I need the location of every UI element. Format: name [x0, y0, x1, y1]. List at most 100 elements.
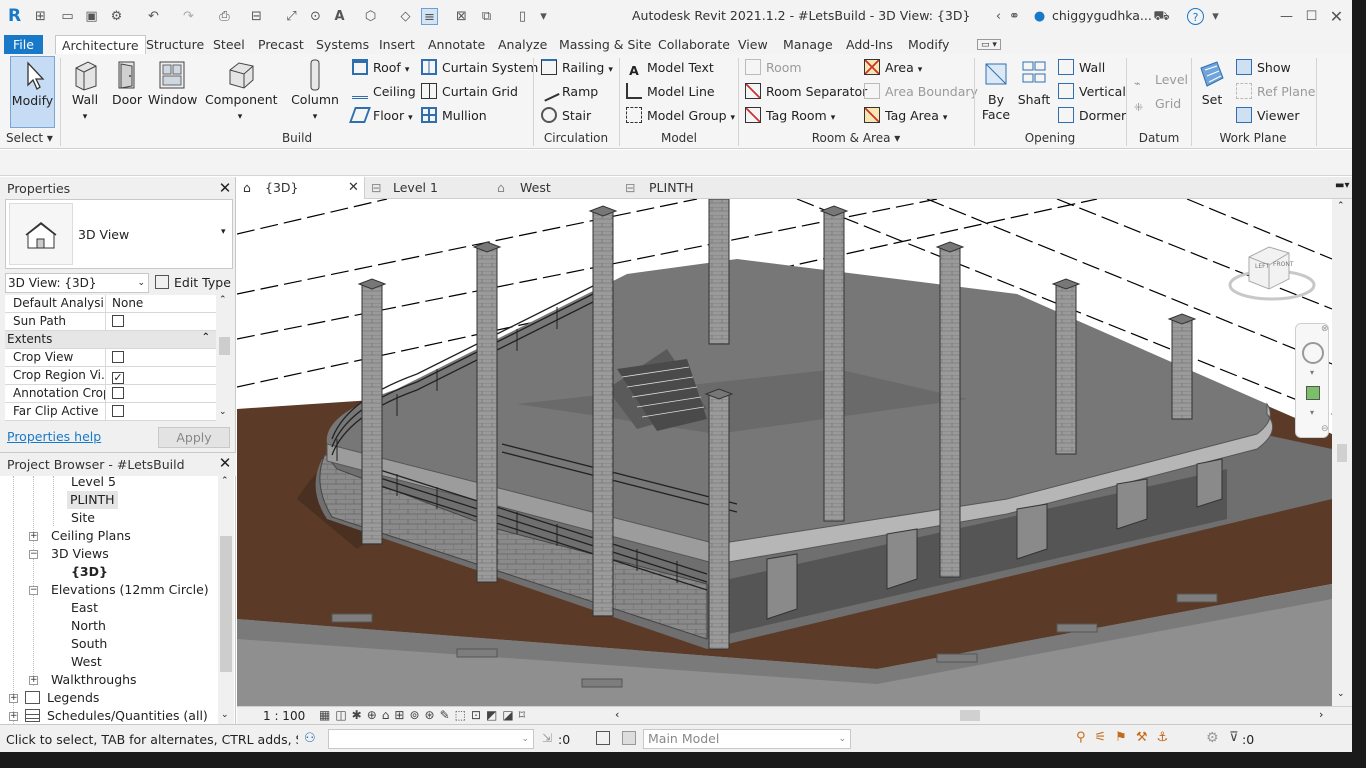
column-button[interactable]: Column ▾ — [290, 56, 340, 128]
3d-view-icon[interactable]: ⬡ — [362, 8, 379, 25]
dormer-button[interactable]: Dormer — [1058, 106, 1126, 126]
tree-item-walkthroughs[interactable]: Walkthroughs — [51, 671, 137, 689]
viewer-button[interactable]: Viewer — [1236, 106, 1300, 126]
viewcube[interactable]: LEFT FRONT — [1227, 235, 1317, 305]
tree-item-3d[interactable]: {3D} — [71, 563, 108, 581]
nav-close-icon[interactable]: ⊗ — [1321, 324, 1329, 334]
expand-icon[interactable]: + — [9, 694, 18, 703]
room-separator-button[interactable]: Room Separator — [745, 82, 867, 102]
tree-item-site[interactable]: Site — [71, 509, 95, 527]
collapse-icon[interactable]: ⌃ — [202, 332, 210, 343]
by-face-button[interactable]: By Face — [979, 56, 1013, 128]
crop-view-checkbox[interactable] — [112, 351, 124, 363]
help-icon[interactable]: ? — [1187, 8, 1204, 25]
ref-plane-button[interactable]: Ref Plane — [1236, 82, 1315, 102]
open-icon[interactable]: ▭ — [59, 8, 76, 25]
workset-combo[interactable]: ⌄ — [328, 729, 534, 749]
tree-item-3d-views[interactable]: 3D Views — [51, 545, 109, 563]
close-icon[interactable]: ✕ — [1328, 8, 1345, 25]
scale-label[interactable]: 1 : 100 — [263, 709, 305, 723]
mullion-button[interactable]: Mullion — [421, 106, 487, 126]
undo-icon[interactable]: ↶ — [145, 8, 162, 25]
scroll-down-icon[interactable]: ⌄ — [1337, 689, 1345, 699]
tree-item-elevations[interactable]: Elevations (12mm Circle) — [51, 581, 209, 599]
tab-add-ins[interactable]: Add-Ins — [846, 35, 893, 54]
model-text-button[interactable]: A Model Text — [626, 58, 714, 78]
properties-help-link[interactable]: Properties help — [7, 429, 101, 444]
design-option-combo[interactable]: Main Model ⌄ — [643, 729, 851, 749]
tree-item-legends[interactable]: Legends — [47, 689, 99, 707]
tab-close-icon[interactable]: ✕ — [348, 177, 359, 199]
annotation-crop-checkbox[interactable] — [112, 387, 124, 399]
instance-selector[interactable]: 3D View: {3D} ⌄ — [5, 273, 149, 293]
tab-structure[interactable]: Structure — [146, 35, 204, 54]
scroll-right-icon[interactable]: › — [1319, 708, 1323, 721]
modify-button[interactable]: Modify — [10, 56, 55, 128]
room-area-panel-title[interactable]: Room & Area ▾ — [740, 131, 972, 147]
model-group-button[interactable]: Model Group ▾ — [626, 106, 735, 126]
view-tab-plinth[interactable]: ⊟ PLINTH — [623, 177, 748, 199]
view-tab-west[interactable]: ⌂ West — [495, 177, 620, 199]
tab-modify[interactable]: Modify — [908, 35, 949, 54]
crop-region-visible-checkbox[interactable]: ✓ — [112, 372, 124, 384]
hscroll-thumb[interactable] — [960, 710, 980, 721]
tag-room-button[interactable]: Tag Room ▾ — [745, 106, 835, 126]
scroll-up-icon[interactable]: ⌃ — [1337, 201, 1345, 211]
viewport-vscrollbar[interactable]: ⌃ ⌄ — [1332, 199, 1352, 706]
window-button[interactable]: Window — [148, 56, 197, 128]
scroll-thumb[interactable] — [1337, 444, 1347, 462]
tab-view[interactable]: View — [738, 35, 768, 54]
properties-close-icon[interactable]: ✕ — [218, 179, 232, 197]
switch-windows-icon[interactable]: ⧉ — [478, 8, 495, 25]
editable-only-icon[interactable]: ⇲ — [542, 731, 552, 745]
tab-list-icon[interactable]: ▬▾ — [1335, 180, 1349, 191]
wall-opening-button[interactable]: Wall — [1058, 58, 1105, 78]
tree-item-level-5[interactable]: Level 5 — [71, 476, 116, 491]
tab-systems[interactable]: Systems — [316, 35, 369, 54]
tree-item-ceiling-plans[interactable]: Ceiling Plans — [51, 527, 131, 545]
tab-precast[interactable]: Precast — [258, 35, 304, 54]
wall-button[interactable]: Wall ▾ — [65, 56, 105, 128]
type-selector[interactable]: 3D View ▾ — [5, 199, 233, 269]
room-button[interactable]: Room — [745, 58, 802, 78]
browser-scrollbar[interactable]: ⌃ ⌄ — [218, 476, 234, 724]
tag-area-button[interactable]: Tag Area ▾ — [864, 106, 947, 126]
close-hidden-icon[interactable]: ⊠ — [453, 8, 470, 25]
edit-type-button[interactable]: Edit Type — [155, 273, 231, 293]
binoculars-icon[interactable]: ⚭ — [1006, 8, 1023, 25]
show-button[interactable]: Show — [1236, 58, 1291, 78]
door-button[interactable]: Door — [108, 56, 146, 128]
tree-item-plinth[interactable]: PLINTH — [67, 491, 118, 509]
tag-icon[interactable]: ⊙ — [307, 8, 324, 25]
3d-viewport[interactable]: LEFT FRONT ⊗ ▾ ▾ ⊖ — [237, 199, 1332, 706]
tree-item-west[interactable]: West — [71, 653, 102, 671]
shaft-button[interactable]: Shaft — [1015, 56, 1053, 128]
expand-icon[interactable]: + — [9, 712, 18, 721]
collapse-icon[interactable]: − — [29, 550, 38, 559]
user-name[interactable]: chiggygudhka... — [1052, 8, 1152, 23]
expand-icon[interactable]: + — [29, 532, 38, 541]
wheel-dropdown-icon[interactable]: ▾ — [1310, 368, 1314, 377]
minimize-icon[interactable]: — — [1278, 8, 1295, 25]
roof-button[interactable]: Roof ▾ — [352, 58, 409, 78]
apply-button[interactable]: Apply — [158, 427, 230, 448]
tab-massing-site[interactable]: Massing & Site — [559, 35, 652, 54]
tree-item-schedules[interactable]: Schedules/Quantities (all) — [47, 707, 208, 724]
measure-icon[interactable]: ⊟ — [248, 8, 265, 25]
nav-options-icon[interactable]: ⊖ — [1321, 424, 1329, 434]
ceiling-button[interactable]: Ceiling — [352, 82, 416, 102]
filter-icon[interactable]: ⊽ — [1229, 730, 1239, 745]
scroll-up-icon[interactable]: ⌃ — [221, 476, 229, 486]
print-icon[interactable]: ⎙ — [216, 8, 233, 25]
tab-annotate[interactable]: Annotate — [428, 35, 485, 54]
chevron-left-icon[interactable]: ‹ — [990, 8, 1007, 25]
text-icon[interactable]: A — [331, 8, 348, 25]
expand-icon[interactable]: + — [29, 676, 38, 685]
type-dropdown-icon[interactable]: ▾ — [221, 227, 226, 237]
help-dropdown-icon[interactable]: ▾ — [1207, 8, 1224, 25]
curtain-grid-button[interactable]: Curtain Grid — [421, 82, 518, 102]
thin-lines-icon[interactable]: ≡ — [421, 8, 438, 25]
tab-steel[interactable]: Steel — [213, 35, 245, 54]
properties-scrollbar[interactable]: ⌃ ⌄ — [217, 295, 233, 421]
level-button[interactable]: ⌁ Level — [1134, 70, 1188, 90]
